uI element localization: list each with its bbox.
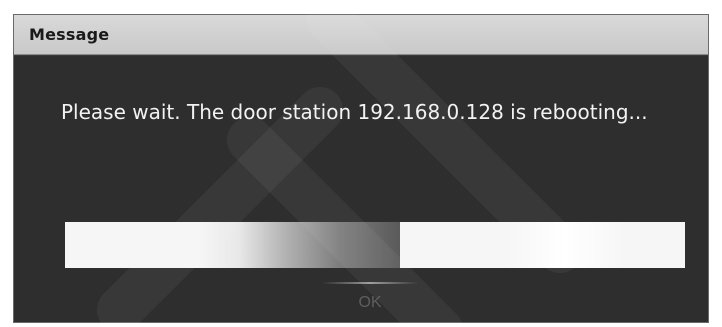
status-message: Please wait. The door station 192.168.0.… [61, 100, 648, 124]
message-dialog: Message Please wait. The door station 19… [13, 14, 709, 323]
dialog-title-bar[interactable]: Message [14, 15, 708, 55]
ok-button-top-border [322, 282, 418, 284]
progress-bar [65, 222, 685, 268]
progress-bar-highlight [505, 222, 625, 268]
dialog-body: Please wait. The door station 192.168.0.… [14, 56, 708, 322]
dialog-title: Message [29, 25, 110, 44]
ok-button-label: OK [358, 294, 382, 311]
ok-button[interactable]: OK [322, 282, 418, 322]
progress-bar-fill [65, 222, 400, 268]
